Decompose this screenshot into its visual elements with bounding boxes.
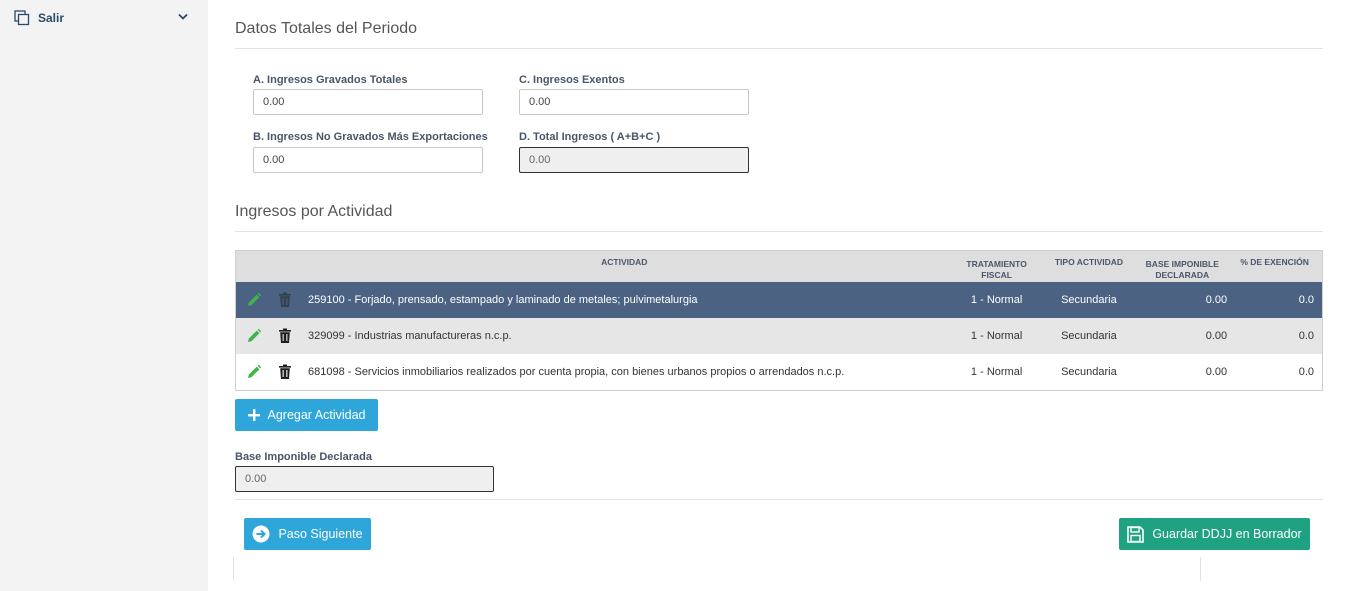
tratamiento-cell: 1 - Normal (970, 366, 1023, 378)
field-label-c: C. Ingresos Exentos (519, 74, 625, 86)
edit-icon[interactable] (245, 291, 263, 309)
plus-icon (247, 409, 260, 421)
col-tratamiento: TRATAMIENTO FISCAL (966, 258, 1027, 280)
ingresos-exentos-input[interactable] (519, 89, 749, 115)
next-step-button[interactable]: Paso Siguiente (244, 518, 371, 550)
main-content: Datos Totales del Periodo A. Ingresos Gr… (233, 0, 1323, 591)
edit-icon[interactable] (245, 327, 263, 345)
divider (235, 231, 1323, 232)
field-label-b: B. Ingresos No Gravados Más Exportacione… (253, 131, 488, 143)
add-activity-button[interactable]: Agregar Actividad (235, 399, 378, 431)
exencion-cell: 0.0 (1298, 330, 1315, 342)
col-actividad: ACTIVIDAD (601, 257, 648, 267)
trash-icon[interactable] (276, 291, 294, 309)
base-imponible-field (235, 466, 494, 492)
add-activity-label: Agregar Actividad (267, 408, 366, 422)
edit-icon[interactable] (245, 363, 263, 381)
sidebar-item-salir[interactable]: Salir (14, 8, 192, 28)
activity-name: 681098 - Servicios inmobiliarios realiza… (308, 366, 845, 378)
base-imponible-label: Base Imponible Declarada (235, 451, 372, 463)
activity-name: 259100 - Forjado, prensado, estampado y … (308, 294, 698, 306)
tratamiento-cell: 1 - Normal (970, 330, 1023, 342)
chevron-down-icon[interactable] (178, 12, 188, 24)
field-label-d: D. Total Ingresos ( A+B+C ) (519, 131, 661, 143)
base-cell: 0.00 (1205, 366, 1228, 378)
activities-table: ACTIVIDAD TRATAMIENTO FISCAL TIPO ACTIVI… (235, 250, 1323, 391)
ingresos-gravados-input[interactable] (253, 89, 483, 115)
tipo-cell: Secundaria (1061, 294, 1117, 306)
exencion-cell: 0.0 (1298, 366, 1315, 378)
next-step-label: Paso Siguiente (278, 527, 363, 541)
table-header: ACTIVIDAD TRATAMIENTO FISCAL TIPO ACTIVI… (236, 251, 1322, 282)
copy-icon (14, 10, 30, 26)
ingresos-no-gravados-input[interactable] (253, 147, 483, 173)
table-row[interactable]: 259100 - Forjado, prensado, estampado y … (236, 282, 1322, 318)
arrow-circle-right-icon (252, 525, 270, 543)
save-draft-button[interactable]: Guardar DDJJ en Borrador (1119, 518, 1310, 550)
trash-icon[interactable] (276, 363, 294, 381)
activities-section-title: Ingresos por Actividad (235, 203, 393, 220)
total-ingresos-field (519, 147, 749, 173)
tipo-cell: Secundaria (1061, 330, 1117, 342)
divider (235, 499, 1323, 500)
col-tipo: TIPO ACTIVIDAD (1054, 257, 1124, 267)
activity-name: 329099 - Industrias manufactureras n.c.p… (308, 330, 512, 342)
table-row[interactable]: 329099 - Industrias manufactureras n.c.p… (236, 318, 1322, 354)
save-draft-label: Guardar DDJJ en Borrador (1152, 527, 1302, 541)
col-exencion: % DE EXENCIÓN (1240, 257, 1309, 267)
divider (235, 48, 1323, 49)
base-cell: 0.00 (1205, 294, 1228, 306)
tratamiento-cell: 1 - Normal (970, 294, 1023, 306)
trash-icon[interactable] (276, 327, 294, 345)
col-base: BASE IMPONIBLE DECLARADA (1145, 258, 1219, 280)
table-row[interactable]: 681098 - Servicios inmobiliarios realiza… (236, 354, 1322, 390)
divider (233, 557, 234, 581)
base-cell: 0.00 (1205, 330, 1228, 342)
tipo-cell: Secundaria (1061, 366, 1117, 378)
sidebar: Salir (0, 0, 208, 591)
totals-section-title: Datos Totales del Periodo (235, 20, 418, 37)
field-label-a: A. Ingresos Gravados Totales (253, 74, 408, 86)
exencion-cell: 0.0 (1298, 294, 1315, 306)
save-icon (1127, 525, 1145, 543)
divider (1200, 557, 1201, 581)
sidebar-item-label: Salir (38, 11, 65, 25)
